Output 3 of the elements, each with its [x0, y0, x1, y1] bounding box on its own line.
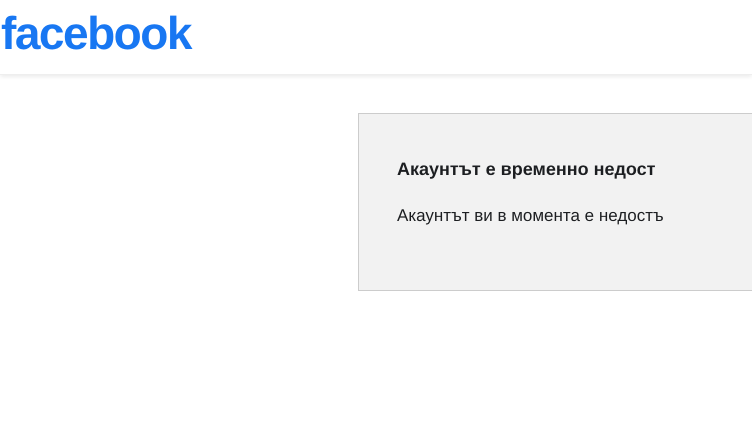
logo[interactable]: facebook: [1, 10, 191, 56]
notice-title: Акаунтът е временно недост: [397, 158, 656, 181]
notice-message: Акаунтът ви в момента е недостъ: [397, 205, 665, 227]
